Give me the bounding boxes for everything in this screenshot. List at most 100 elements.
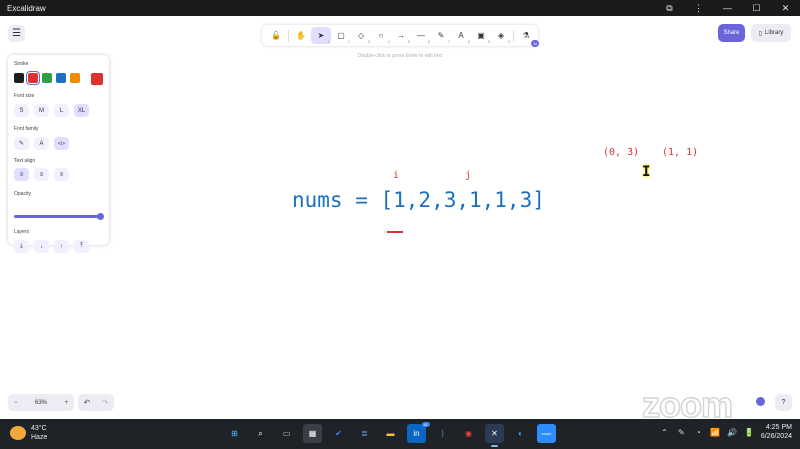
image-tool[interactable]: ▣ 9: [471, 27, 491, 44]
linkedin-app-icon: in: [413, 429, 420, 438]
line-icon: —: [417, 31, 425, 40]
redo-button[interactable]: ↷: [102, 398, 109, 407]
library-button[interactable]: ▯ Library: [751, 24, 791, 42]
weather-haze-icon: [10, 426, 26, 440]
battery-icon[interactable]: 🔋: [744, 428, 755, 437]
arrow-tool[interactable]: → 5: [391, 27, 411, 44]
task-view-button[interactable]: ▭: [277, 424, 296, 443]
weather-widget[interactable]: 43°C Haze: [10, 424, 47, 442]
more-tools-button[interactable]: ⚗ AI: [516, 27, 539, 47]
notepad-app[interactable]: ≣: [355, 424, 374, 443]
opacity-slider-thumb[interactable]: [97, 213, 104, 220]
pointer-icon: ➤: [317, 31, 325, 40]
stroke-swatch-red[interactable]: [26, 71, 40, 85]
more-options-icon[interactable]: ⋮: [684, 0, 713, 16]
open-in-window-icon[interactable]: ⧉: [655, 0, 684, 16]
ellipse-tool[interactable]: ○ 4: [371, 27, 391, 44]
send-backward-icon: ↓: [40, 243, 43, 250]
coord-right-text[interactable]: (1, 1): [662, 147, 698, 158]
send-to-back-button[interactable]: ⤓: [14, 240, 29, 253]
chrome-app[interactable]: ◉: [459, 424, 478, 443]
start-button[interactable]: ⊞: [225, 424, 244, 443]
share-button[interactable]: Share: [718, 24, 745, 42]
zoom-out-button[interactable]: −: [14, 400, 18, 406]
pen-menu-icon[interactable]: ✎: [676, 428, 687, 437]
hamburger-icon: ☰: [12, 28, 21, 39]
stroke-swatch-green[interactable]: [42, 73, 52, 83]
search-button-icon: ⌕: [258, 428, 263, 438]
zoom-level[interactable]: 63%: [35, 400, 47, 406]
undo-button[interactable]: ↶: [84, 398, 91, 407]
font-size-xl-button[interactable]: XL: [74, 104, 89, 117]
todo-app[interactable]: ✔: [329, 424, 348, 443]
stroke-swatch-orange[interactable]: [70, 73, 80, 83]
draw-tool[interactable]: ✎ 7: [431, 27, 451, 44]
volume-icon[interactable]: 🔊: [727, 428, 738, 437]
send-backward-button[interactable]: ↓: [34, 240, 49, 253]
pointer-i-label[interactable]: i: [393, 170, 399, 181]
stroke-swatch-blue[interactable]: [56, 73, 66, 83]
store-app-icon: ▦: [308, 429, 317, 438]
opacity-slider-track[interactable]: [14, 215, 102, 218]
excalidraw-app[interactable]: ✕: [485, 424, 504, 447]
todo-app-icon: ✔: [335, 429, 342, 438]
coord-left-text[interactable]: (0, 3): [603, 147, 639, 158]
align-left-button[interactable]: ≡: [14, 168, 29, 181]
lock-tool[interactable]: 🔓: [266, 27, 286, 44]
pointer-j-label[interactable]: j: [465, 170, 471, 181]
zoom-app[interactable]: zoom: [537, 424, 556, 443]
minimize-button[interactable]: —: [713, 0, 742, 16]
font-size-m-button[interactable]: M: [34, 104, 49, 117]
hand-drawn-font-button[interactable]: ✎: [14, 137, 29, 150]
taskbar-clock[interactable]: 4:25 PM 6/26/2024: [761, 423, 792, 441]
align-right-icon: ≡: [59, 171, 64, 178]
font-size-l-button[interactable]: L: [54, 104, 69, 117]
font-a-icon: A: [39, 140, 44, 147]
status-icon[interactable]: ◔: [693, 428, 704, 437]
code-icon: </>: [57, 140, 66, 147]
rectangle-tool[interactable]: ▢ 2: [331, 27, 351, 44]
vscode-app[interactable]: ⟩: [433, 424, 452, 443]
windows-taskbar: 43°C Haze ⊞ ⌕ ▭ ▦ ✔ ≣ ▬ in 41 ⟩ ◉ ✕ ◐ zoom ⌃ ✎ ◔ 📶 🔊 …: [0, 419, 800, 449]
line-tool[interactable]: —6: [411, 27, 431, 44]
zoom-in-button[interactable]: +: [64, 400, 68, 406]
nums-array-text[interactable]: nums = [1,2,3,1,1,3]: [292, 188, 545, 212]
close-button[interactable]: ✕: [771, 0, 800, 16]
main-menu-button[interactable]: ☰: [8, 25, 25, 42]
maximize-button[interactable]: ☐: [742, 0, 771, 16]
stroke-swatch-black[interactable]: [14, 73, 24, 83]
vscode-app-icon: ⟩: [440, 429, 445, 438]
bring-to-front-button[interactable]: ⤒: [74, 240, 89, 253]
show-hidden-icons-icon[interactable]: ⌃: [659, 428, 670, 437]
help-button[interactable]: ?: [775, 394, 792, 411]
shapes-icon: ⚗: [522, 31, 530, 40]
code-font-button[interactable]: </>: [54, 137, 69, 150]
file-explorer-app[interactable]: ▬: [381, 424, 400, 443]
font-size-s-button[interactable]: S: [14, 104, 29, 117]
linkedin-app[interactable]: in 41: [407, 422, 430, 443]
toolbar-divider: [513, 29, 514, 42]
wifi-icon[interactable]: 📶: [710, 428, 721, 437]
selection-tool[interactable]: ➤ 1: [311, 27, 331, 44]
text-tool[interactable]: A8: [451, 27, 471, 44]
text-cursor-icon: I: [642, 164, 651, 180]
eraser-icon: ◈: [497, 31, 505, 40]
pointer-underline[interactable]: [387, 231, 403, 233]
store-app[interactable]: ▦: [303, 424, 322, 443]
hand-tool[interactable]: ✋: [291, 27, 311, 44]
edge-app[interactable]: ◐: [511, 424, 530, 443]
bring-forward-button[interactable]: ↑: [54, 240, 69, 253]
normal-font-button[interactable]: A: [34, 137, 49, 150]
arrow-icon: →: [397, 31, 405, 40]
align-center-button[interactable]: ≡: [34, 168, 49, 181]
align-right-button[interactable]: ≡: [54, 168, 69, 181]
properties-panel: Stroke Font size S M L XL Font family ✎ …: [8, 55, 109, 253]
pencil-icon: ✎: [437, 31, 445, 40]
stroke-label: Stroke: [14, 61, 29, 67]
current-stroke-color[interactable]: [91, 73, 103, 85]
diamond-tool[interactable]: ◇ 3: [351, 27, 371, 44]
drawing-canvas[interactable]: ☰ 🔓 ✋ ➤ 1 ▢ 2 ◇ 3 ○ 4 → 5 —6 ✎ 7 A8 ▣ 9 ◈ 0 ⚗ AI …: [0, 16, 800, 426]
search-button[interactable]: ⌕: [251, 424, 270, 443]
file-explorer-app-icon: ▬: [386, 429, 395, 438]
eraser-tool[interactable]: ◈ 0: [491, 27, 511, 44]
